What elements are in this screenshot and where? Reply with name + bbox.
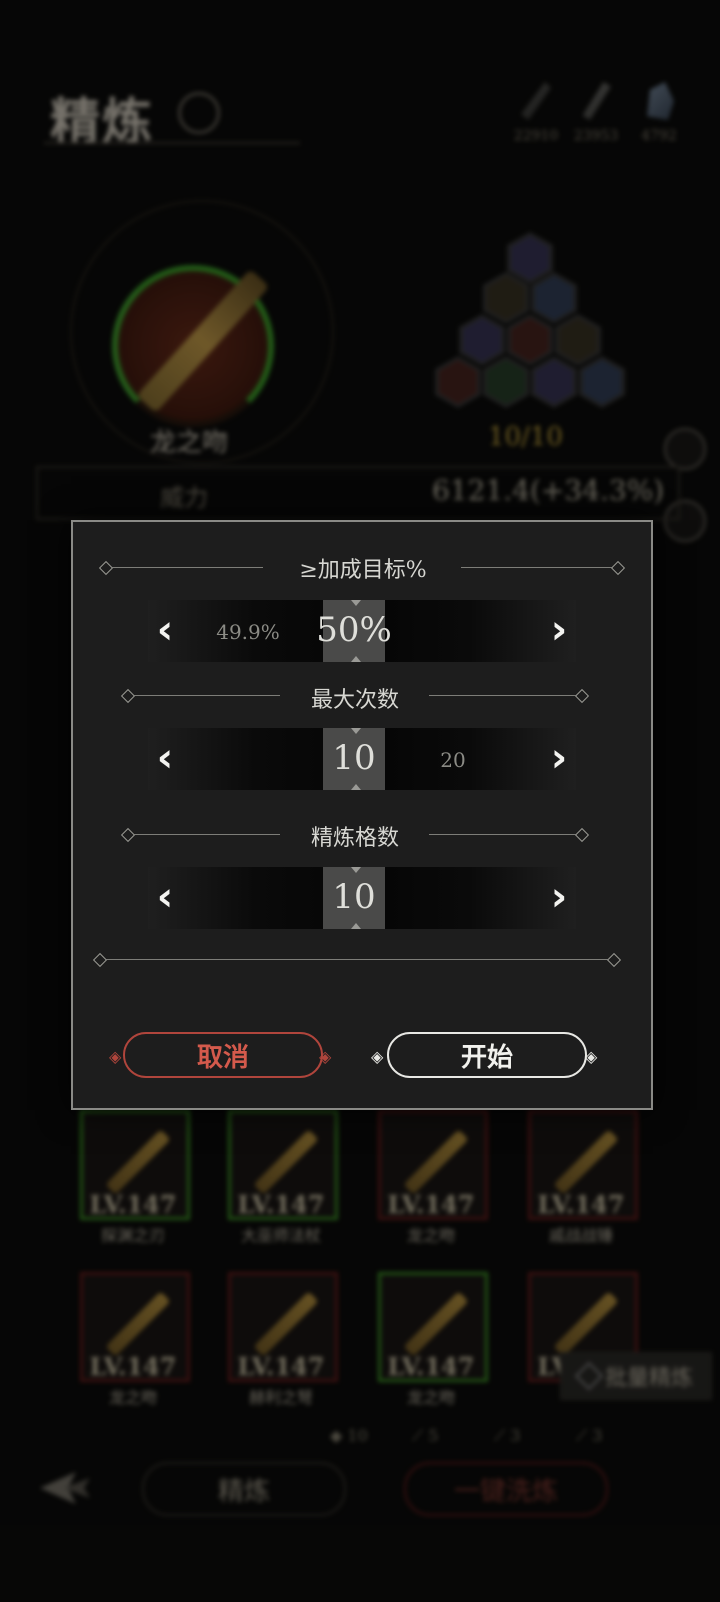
refine-slots-stepper: ‹ 10 › bbox=[148, 867, 576, 929]
chevron-left-icon[interactable]: ‹ bbox=[148, 877, 182, 917]
cancel-button[interactable]: 取消 bbox=[123, 1032, 323, 1078]
cancel-ornament-icon: ◈ bbox=[109, 1047, 122, 1066]
chevron-left-icon[interactable]: ‹ bbox=[148, 610, 182, 650]
divider bbox=[429, 834, 584, 835]
divider-ornament bbox=[574, 827, 590, 843]
chevron-right-icon[interactable]: › bbox=[542, 738, 576, 778]
current-value: 10 bbox=[332, 877, 376, 917]
section-title-refine-slots: 精炼格数 bbox=[310, 826, 399, 851]
current-value: 10 bbox=[332, 738, 376, 778]
divider-ornament bbox=[610, 560, 626, 576]
divider-ornament bbox=[92, 952, 108, 968]
divider-ornament bbox=[98, 560, 114, 576]
start-button[interactable]: 开始 bbox=[387, 1032, 587, 1078]
chevron-right-icon[interactable]: › bbox=[542, 610, 576, 650]
divider bbox=[103, 567, 263, 568]
divider bbox=[461, 567, 621, 568]
chevron-right-icon[interactable]: › bbox=[542, 877, 576, 917]
cancel-ornament-icon: ◈ bbox=[319, 1047, 332, 1066]
section-title-max-count: 最大次数 bbox=[310, 688, 399, 713]
max-count-stepper: ‹ 10 20 › bbox=[148, 728, 576, 790]
previous-value: 49.9% bbox=[216, 620, 280, 644]
divider bbox=[429, 695, 584, 696]
divider bbox=[97, 959, 617, 960]
divider-ornament bbox=[120, 688, 136, 704]
divider-ornament bbox=[606, 952, 622, 968]
next-value: 20 bbox=[440, 748, 466, 772]
chevron-left-icon[interactable]: ‹ bbox=[148, 738, 182, 778]
divider-ornament bbox=[120, 827, 136, 843]
divider-ornament bbox=[574, 688, 590, 704]
section-title-bonus-target: ≥加成目标% bbox=[299, 558, 427, 583]
bonus-target-stepper: ‹ 49.9% 50% › bbox=[148, 600, 576, 662]
start-ornament-icon: ◈ bbox=[371, 1047, 384, 1066]
current-value: 50% bbox=[316, 610, 392, 650]
start-ornament-icon: ◈ bbox=[585, 1047, 598, 1066]
refine-settings-dialog: ≥加成目标% ‹ 49.9% 50% › 最大次数 ‹ 10 20 › 精炼格数… bbox=[71, 520, 653, 1110]
